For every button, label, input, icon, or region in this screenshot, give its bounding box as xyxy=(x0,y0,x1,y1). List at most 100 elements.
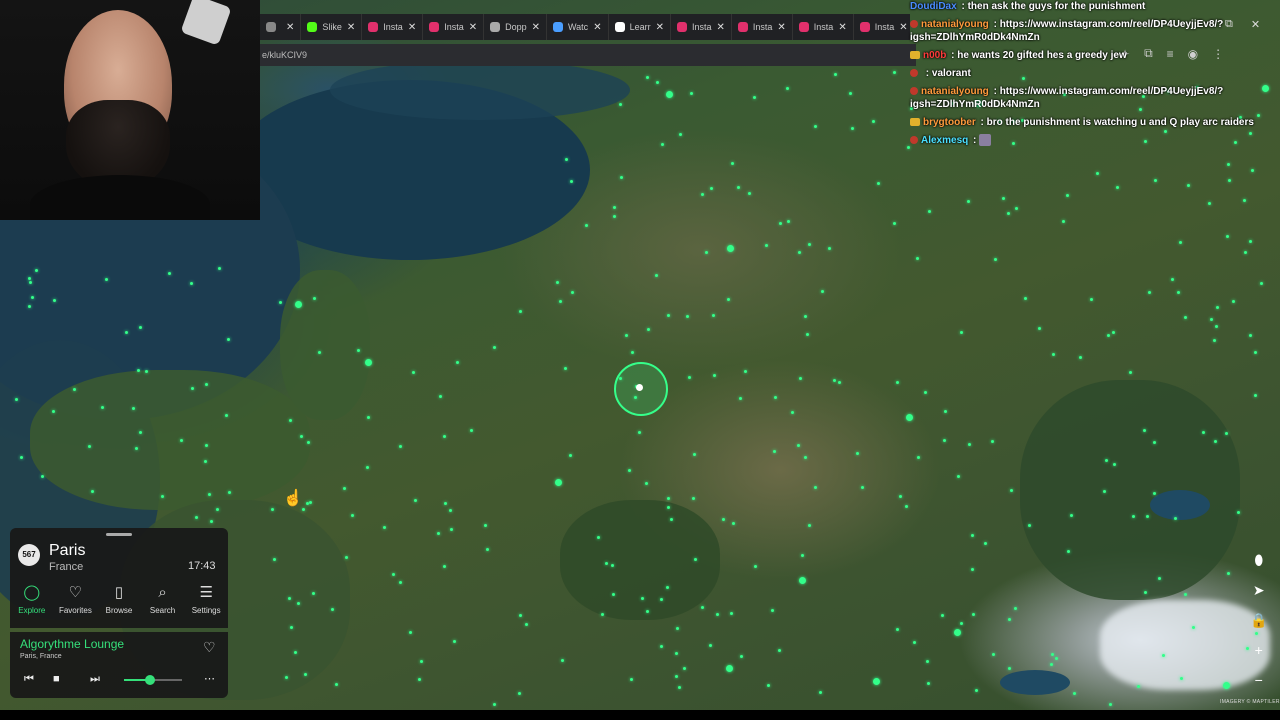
radio-station-dot[interactable] xyxy=(923,390,927,394)
radio-station-dot[interactable] xyxy=(790,410,794,414)
radio-station-dot[interactable] xyxy=(555,281,559,285)
radio-station-dot[interactable] xyxy=(705,250,709,254)
radio-station-dot[interactable] xyxy=(925,659,929,663)
browser-tab[interactable]: ✕ xyxy=(260,14,302,40)
nav-favorites[interactable]: ♡ Favorites xyxy=(54,584,97,615)
radio-station-dot[interactable] xyxy=(144,369,148,373)
radio-station-dot[interactable] xyxy=(644,481,648,485)
radio-station-dot[interactable] xyxy=(308,501,312,505)
radio-station-dot[interactable] xyxy=(303,673,307,677)
radio-station-dot[interactable] xyxy=(469,429,473,433)
radio-station-dot[interactable] xyxy=(558,299,562,303)
radio-station-dot[interactable] xyxy=(344,555,348,559)
radio-station-dot[interactable] xyxy=(833,73,837,77)
close-tab-icon[interactable]: ✕ xyxy=(347,22,355,33)
radio-station-dot[interactable] xyxy=(625,333,629,337)
radio-station-dot[interactable] xyxy=(744,370,748,374)
radio-station-dot[interactable] xyxy=(1009,489,1013,493)
radio-station-dot[interactable] xyxy=(1054,656,1058,660)
radio-station-dot[interactable] xyxy=(554,478,562,486)
radio-station-dot[interactable] xyxy=(683,666,687,670)
radio-station-dot[interactable] xyxy=(30,295,34,299)
radio-station-dot[interactable] xyxy=(819,690,823,694)
radio-station-dot[interactable] xyxy=(1171,277,1175,281)
radio-station-dot[interactable] xyxy=(1050,663,1054,667)
radio-station-dot[interactable] xyxy=(1153,179,1157,183)
browser-tab[interactable]: Insta ✕ xyxy=(423,14,485,40)
radio-station-dot[interactable] xyxy=(712,313,716,317)
radio-station-dot[interactable] xyxy=(660,143,664,147)
radio-station-dot[interactable] xyxy=(1207,202,1211,206)
radio-station-dot[interactable] xyxy=(906,413,914,421)
close-tab-icon[interactable]: ✕ xyxy=(777,22,785,33)
radio-station-dot[interactable] xyxy=(519,613,523,617)
radio-station-dot[interactable] xyxy=(970,567,974,571)
radio-station-dot[interactable] xyxy=(895,380,899,384)
radio-station-dot[interactable] xyxy=(645,75,649,79)
station-name[interactable]: Algorythme Lounge xyxy=(20,637,124,651)
radio-station-dot[interactable] xyxy=(571,291,575,295)
radio-station-dot[interactable] xyxy=(1089,298,1093,302)
radio-station-dot[interactable] xyxy=(453,640,457,644)
close-tab-icon[interactable]: ✕ xyxy=(899,22,907,33)
radio-station-dot[interactable] xyxy=(740,655,744,659)
selected-station-dot[interactable] xyxy=(636,384,643,391)
radio-station-dot[interactable] xyxy=(1215,306,1219,310)
radio-station-dot[interactable] xyxy=(1227,571,1231,575)
radio-station-dot[interactable] xyxy=(917,455,921,459)
radio-station-dot[interactable] xyxy=(685,315,689,319)
radio-station-dot[interactable] xyxy=(675,627,679,631)
radio-station-dot[interactable] xyxy=(618,102,622,106)
radio-station-dot[interactable] xyxy=(1108,703,1112,707)
radio-station-dot[interactable] xyxy=(647,327,651,331)
radio-station-dot[interactable] xyxy=(1065,194,1069,198)
radio-station-dot[interactable] xyxy=(748,191,752,195)
radio-station-dot[interactable] xyxy=(612,214,616,218)
radio-station-dot[interactable] xyxy=(90,489,94,493)
radio-station-dot[interactable] xyxy=(871,120,875,124)
radio-station-dot[interactable] xyxy=(420,659,424,663)
lock-icon[interactable]: 🔒 xyxy=(1250,612,1267,628)
radio-station-dot[interactable] xyxy=(913,640,917,644)
radio-station-dot[interactable] xyxy=(486,548,490,552)
radio-station-dot[interactable] xyxy=(569,454,573,458)
radio-station-dot[interactable] xyxy=(287,596,291,600)
radio-station-dot[interactable] xyxy=(738,397,742,401)
browser-tab[interactable]: Watc ✕ xyxy=(547,14,609,40)
close-tab-icon[interactable]: ✕ xyxy=(408,22,416,33)
radio-station-dot[interactable] xyxy=(669,517,673,521)
radio-station-dot[interactable] xyxy=(1242,198,1246,202)
radio-station-dot[interactable] xyxy=(797,250,801,254)
radio-station-dot[interactable] xyxy=(1023,296,1027,300)
radio-station-dot[interactable] xyxy=(409,630,413,634)
radio-station-dot[interactable] xyxy=(227,490,231,494)
radio-station-dot[interactable] xyxy=(927,209,931,213)
radio-station-dot[interactable] xyxy=(692,497,696,501)
radio-station-dot[interactable] xyxy=(34,269,38,273)
radio-station-dot[interactable] xyxy=(138,325,142,329)
radio-station-dot[interactable] xyxy=(713,373,717,377)
radio-station-dot[interactable] xyxy=(779,222,783,226)
radio-station-dot[interactable] xyxy=(1178,240,1182,244)
radio-station-dot[interactable] xyxy=(799,576,807,584)
radio-station-dot[interactable] xyxy=(701,605,705,609)
radio-station-dot[interactable] xyxy=(306,440,310,444)
radio-station-dot[interactable] xyxy=(1008,667,1012,671)
radio-station-dot[interactable] xyxy=(659,597,663,601)
radio-station-dot[interactable] xyxy=(807,523,811,527)
radio-station-dot[interactable] xyxy=(613,206,617,210)
radio-station-dot[interactable] xyxy=(821,290,825,294)
radio-station-dot[interactable] xyxy=(493,702,497,706)
radio-station-dot[interactable] xyxy=(774,395,778,399)
radio-station-dot[interactable] xyxy=(564,366,568,370)
radio-station-dot[interactable] xyxy=(766,683,770,687)
more-options-icon[interactable]: ⋯ xyxy=(204,672,215,685)
radio-station-dot[interactable] xyxy=(645,609,649,613)
radio-station-dot[interactable] xyxy=(813,124,817,128)
radio-station-dot[interactable] xyxy=(627,468,631,472)
radio-station-dot[interactable] xyxy=(620,175,624,179)
radio-station-dot[interactable] xyxy=(731,161,735,165)
radio-station-dot[interactable] xyxy=(786,87,790,91)
radio-station-dot[interactable] xyxy=(893,222,897,226)
radio-station-dot[interactable] xyxy=(1096,171,1100,175)
